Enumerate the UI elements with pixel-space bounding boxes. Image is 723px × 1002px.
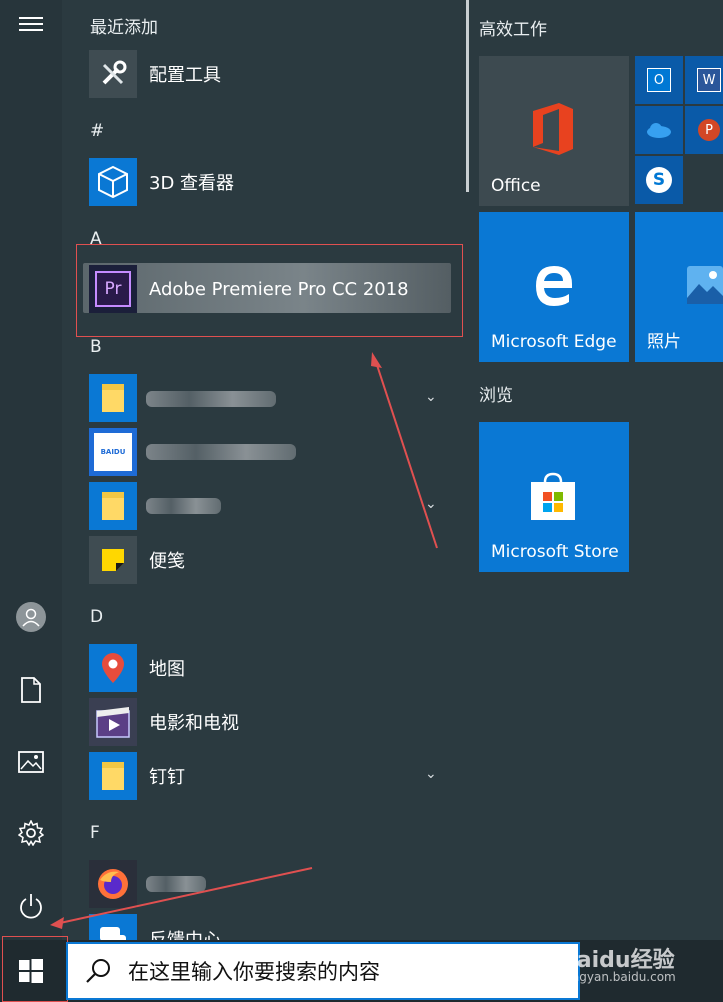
annotation-arrows [50, 352, 438, 929]
search-icon [84, 957, 112, 985]
baidu-watermark-url: jingyan.baidu.com [565, 970, 676, 984]
annotation-arrowhead-start [50, 917, 64, 929]
annotation-start-box [2, 936, 68, 1002]
taskbar-search-box[interactable]: 在这里输入你要搜索的内容 [66, 942, 580, 1000]
annotation-arrow-start [59, 867, 313, 924]
annotation-arrow-premiere [375, 361, 438, 549]
annotation-arrowhead-premiere [371, 352, 382, 368]
search-placeholder: 在这里输入你要搜索的内容 [128, 960, 380, 984]
